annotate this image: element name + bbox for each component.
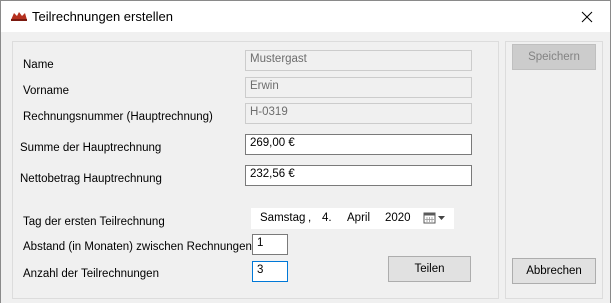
netto-field[interactable]: 232,56 € (245, 165, 472, 186)
summe-label: Summe der Hauptrechnung (20, 142, 162, 154)
window-title: Teilrechnungen erstellen (32, 9, 173, 24)
date-picker-button[interactable] (423, 210, 449, 226)
rechnungsnummer-label: Rechnungsnummer (Hauptrechnung) (23, 111, 213, 123)
netto-label: Nettobetrag Hauptrechnung (20, 173, 162, 185)
speichern-button[interactable]: Speichern (512, 44, 596, 70)
vorname-field: Erwin (245, 77, 472, 98)
date-picker[interactable]: Samstag , 4. April 2020 (251, 208, 454, 229)
calendar-icon (423, 212, 445, 224)
rechnungsnummer-field: H-0319 (245, 103, 472, 124)
date-weekday[interactable]: Samstag (260, 212, 305, 224)
name-field: Mustergast (245, 50, 472, 71)
anzahl-label: Anzahl der Teilrechnungen (23, 268, 159, 280)
tag-label: Tag der ersten Teilrechnung (23, 216, 165, 228)
chevron-down-icon (438, 216, 445, 220)
close-icon (581, 11, 593, 22)
date-year[interactable]: 2020 (385, 212, 411, 224)
abstand-label: Abstand (in Monaten) zwischen Rechnungen (23, 241, 252, 253)
name-label: Name (23, 59, 54, 71)
date-month[interactable]: April (347, 212, 370, 224)
summe-field[interactable]: 269,00 € (245, 134, 472, 155)
close-button[interactable] (564, 1, 610, 32)
vorname-label: Vorname (23, 85, 70, 97)
anzahl-field[interactable]: 3 (252, 261, 288, 282)
abstand-field[interactable]: 1 (252, 234, 288, 255)
dialog-content: Name Mustergast Vorname Erwin Rechnungsn… (1, 32, 610, 303)
teilen-button[interactable]: Teilen (388, 256, 471, 282)
abbrechen-button[interactable]: Abbrechen (512, 258, 596, 284)
dialog-window: Teilrechnungen erstellen Name Mustergast… (0, 0, 611, 303)
date-day[interactable]: 4. (322, 212, 332, 224)
title-bar: Teilrechnungen erstellen (1, 1, 610, 32)
app-logo-icon (11, 12, 27, 21)
date-separator: , (308, 212, 312, 224)
